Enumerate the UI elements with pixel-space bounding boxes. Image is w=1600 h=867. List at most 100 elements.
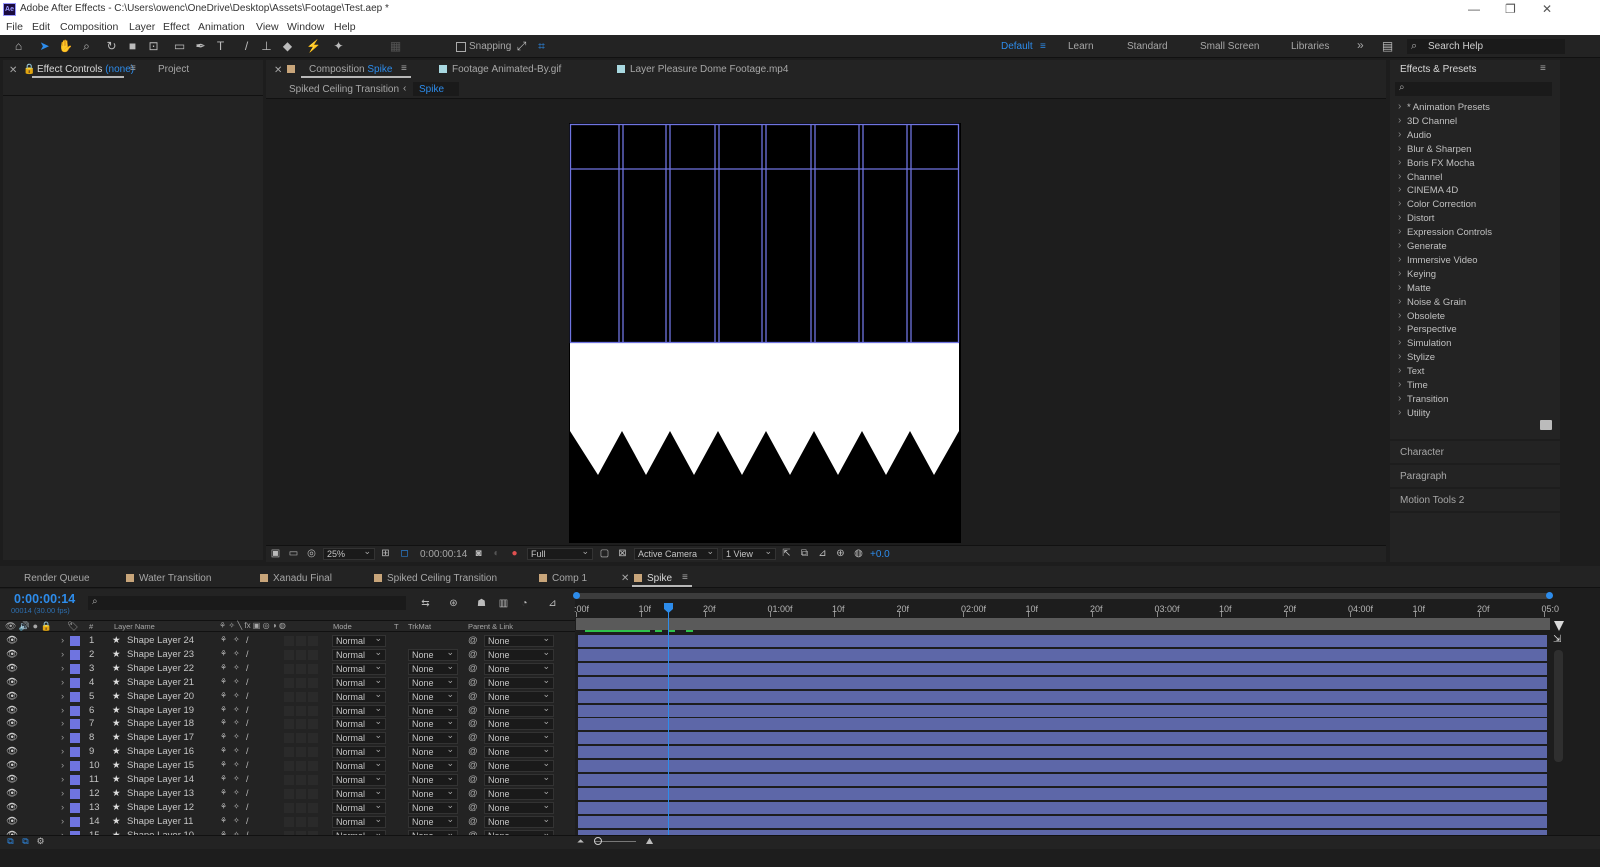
layer-name[interactable]: Shape Layer 11 bbox=[127, 816, 193, 827]
brush-tool-icon[interactable]: / bbox=[239, 39, 254, 54]
track-matte-dropdown[interactable]: None bbox=[408, 690, 458, 703]
show-snapshot-icon[interactable]: ◐ bbox=[489, 546, 504, 561]
collapse-switch-icon[interactable]: ✧ bbox=[233, 816, 240, 825]
track-matte-dropdown[interactable]: None bbox=[408, 704, 458, 717]
selection-tool-icon[interactable]: ➤ bbox=[37, 39, 52, 54]
layer-name[interactable]: Shape Layer 17 bbox=[127, 732, 194, 743]
pick-whip-icon[interactable]: @ bbox=[468, 746, 478, 757]
expand-chevron-icon[interactable]: › bbox=[61, 635, 64, 646]
menu-file[interactable]: File bbox=[6, 21, 23, 33]
expand-chevron-icon[interactable]: › bbox=[61, 788, 64, 799]
effects-panel-menu-icon[interactable]: ≡ bbox=[1540, 63, 1546, 74]
blend-mode-dropdown[interactable]: Normal bbox=[332, 648, 386, 661]
label-color-swatch[interactable] bbox=[70, 719, 80, 730]
timeline-search-input[interactable]: ⌕ bbox=[88, 596, 406, 610]
track-matte-dropdown[interactable]: None bbox=[408, 662, 458, 675]
pick-whip-icon[interactable]: @ bbox=[468, 816, 478, 827]
hand-tool-icon[interactable]: ✋ bbox=[58, 39, 73, 54]
quality-switch-icon[interactable]: / bbox=[246, 649, 249, 659]
effect-category[interactable]: Distort bbox=[1398, 212, 1435, 224]
switch-box[interactable] bbox=[296, 691, 306, 702]
minimize-icon[interactable]: — bbox=[1468, 2, 1480, 16]
graph-editor-icon[interactable]: ⊿ bbox=[545, 596, 560, 611]
parent-dropdown[interactable]: None bbox=[484, 801, 554, 814]
visibility-eye-icon[interactable]: 👁 bbox=[6, 802, 18, 813]
layer-duration-bar[interactable] bbox=[578, 746, 1547, 759]
label-color-swatch[interactable] bbox=[70, 747, 80, 758]
rotate-tool-icon[interactable]: ↻ bbox=[104, 39, 119, 54]
pick-whip-icon[interactable]: @ bbox=[468, 774, 478, 785]
breadcrumb-parent[interactable]: Spiked Ceiling Transition bbox=[289, 84, 399, 95]
layer-duration-bar[interactable] bbox=[578, 732, 1547, 745]
resolution-dropdown[interactable]: Full bbox=[527, 546, 593, 560]
layer-row[interactable]: 👁 › 14 ★ Shape Layer 11 ⚘ ✧ / Normal None @ None bbox=[0, 815, 576, 829]
home-icon[interactable]: ⌂ bbox=[11, 39, 26, 54]
workspace-default[interactable]: Default bbox=[1001, 41, 1033, 52]
shy-switch-icon[interactable]: ⚘ bbox=[220, 691, 227, 700]
quality-switch-icon[interactable]: / bbox=[246, 774, 249, 784]
label-color-swatch[interactable] bbox=[70, 636, 80, 646]
character-panel[interactable]: Character bbox=[1390, 441, 1560, 463]
switch-box[interactable] bbox=[308, 788, 318, 799]
pick-whip-icon[interactable]: @ bbox=[468, 732, 478, 743]
monitor-icon[interactable]: ▭ bbox=[286, 546, 301, 561]
blend-mode-dropdown[interactable]: Normal bbox=[332, 787, 386, 800]
visibility-eye-icon[interactable]: 👁 bbox=[6, 705, 18, 716]
shy-switch-icon[interactable]: ⚘ bbox=[220, 802, 227, 811]
switch-box[interactable] bbox=[308, 649, 318, 660]
layer-duration-bar[interactable] bbox=[578, 801, 1547, 814]
parent-dropdown[interactable]: None bbox=[484, 815, 554, 828]
layer-name[interactable]: Shape Layer 24 bbox=[127, 635, 194, 646]
blend-mode-dropdown[interactable]: Normal bbox=[332, 815, 386, 828]
layer-duration-bar[interactable] bbox=[578, 690, 1547, 703]
layer-duration-bar[interactable] bbox=[578, 718, 1547, 731]
pan-behind-tool-icon[interactable]: ⊡ bbox=[146, 39, 161, 54]
layer-row[interactable]: 👁 › 11 ★ Shape Layer 14 ⚘ ✧ / Normal None @ None bbox=[0, 773, 576, 787]
parent-dropdown[interactable]: None bbox=[484, 773, 554, 786]
visibility-eye-icon[interactable]: 👁 bbox=[6, 774, 18, 785]
layer-name[interactable]: Shape Layer 15 bbox=[127, 760, 194, 771]
snapshot-icon[interactable]: ◙ bbox=[471, 546, 486, 561]
layer-row[interactable]: 👁 › 6 ★ Shape Layer 19 ⚘ ✧ / Normal None @ None bbox=[0, 704, 576, 718]
effect-category[interactable]: Audio bbox=[1398, 129, 1431, 141]
switch-box[interactable] bbox=[296, 761, 306, 772]
effect-category[interactable]: Text bbox=[1398, 365, 1425, 377]
close-icon[interactable]: ✕ bbox=[1542, 2, 1552, 16]
shy-switch-icon[interactable]: ⚘ bbox=[220, 816, 227, 825]
layer-row[interactable]: 👁 › 4 ★ Shape Layer 21 ⚘ ✧ / Normal None @ None bbox=[0, 676, 576, 690]
parent-dropdown[interactable]: None bbox=[484, 648, 554, 661]
layer-row[interactable]: 👁 › 12 ★ Shape Layer 13 ⚘ ✧ / Normal None @ None bbox=[0, 787, 576, 801]
visibility-eye-icon[interactable]: 👁 bbox=[6, 663, 18, 674]
search-help-field[interactable]: ⌕ Search Help bbox=[1407, 39, 1565, 54]
current-time[interactable]: 0:00:00:14 bbox=[14, 592, 75, 606]
effect-category[interactable]: Transition bbox=[1398, 393, 1448, 405]
quality-switch-icon[interactable]: / bbox=[246, 677, 249, 687]
blend-mode-dropdown[interactable]: Normal bbox=[332, 759, 386, 773]
pick-whip-icon[interactable]: @ bbox=[468, 649, 478, 660]
work-area-strip[interactable] bbox=[576, 618, 1550, 630]
blend-mode-dropdown[interactable]: Normal bbox=[332, 634, 386, 647]
switch-box[interactable] bbox=[284, 705, 294, 716]
switch-box[interactable] bbox=[308, 733, 318, 744]
pick-whip-icon[interactable]: @ bbox=[468, 663, 478, 674]
collapse-switch-icon[interactable]: ✧ bbox=[233, 663, 240, 672]
label-color-swatch[interactable] bbox=[70, 677, 80, 688]
workspace-learn[interactable]: Learn bbox=[1068, 41, 1094, 52]
layer-name[interactable]: Shape Layer 14 bbox=[127, 774, 194, 785]
collapse-switch-icon[interactable]: ✧ bbox=[233, 691, 240, 700]
viewer-tab-footage[interactable]: Footage Animated-By.gif bbox=[439, 64, 561, 75]
effect-category[interactable]: Matte bbox=[1398, 282, 1431, 294]
expand-chevron-icon[interactable]: › bbox=[61, 732, 64, 743]
sync-settings-icon[interactable]: ▤ bbox=[1380, 39, 1395, 54]
workspace-standard[interactable]: Standard bbox=[1127, 41, 1168, 52]
pick-whip-icon[interactable]: @ bbox=[468, 705, 478, 716]
motion-blur-icon[interactable]: ◔ bbox=[517, 596, 532, 611]
zoom-out-icon[interactable]: ⏶ bbox=[573, 834, 588, 849]
visibility-eye-icon[interactable]: 👁 bbox=[6, 816, 18, 827]
effect-category[interactable]: Obsolete bbox=[1398, 310, 1445, 322]
snap-feature-icon[interactable]: ⌗ bbox=[534, 39, 549, 54]
collapse-switch-icon[interactable]: ✧ bbox=[233, 649, 240, 658]
rectangle-tool-icon[interactable]: ▭ bbox=[172, 39, 187, 54]
parent-dropdown[interactable]: None bbox=[484, 787, 554, 800]
effect-category[interactable]: Expression Controls bbox=[1398, 226, 1492, 238]
